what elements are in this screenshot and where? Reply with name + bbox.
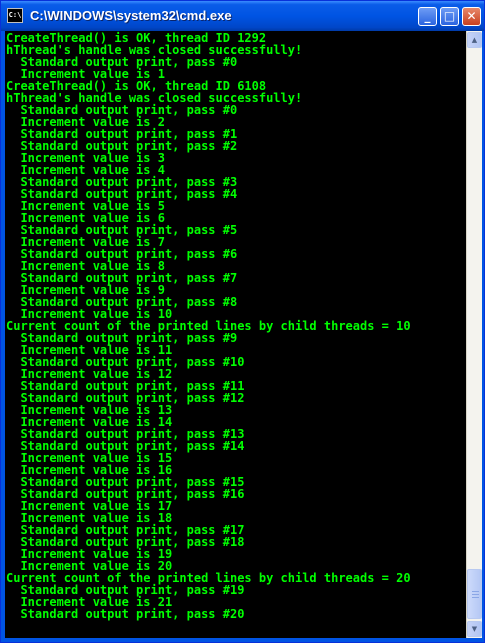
- console-output[interactable]: CreateThread() is OK, thread ID 1292 hThr…: [5, 31, 466, 638]
- thumb-grip: [472, 597, 479, 598]
- console-line: Standard output print, pass #11: [6, 379, 245, 393]
- console-line: Increment value is 4: [6, 163, 165, 177]
- console-line: Standard output print, pass #13: [6, 427, 245, 441]
- minimize-button[interactable]: _: [418, 7, 437, 26]
- console-line: Standard output print, pass #18: [6, 535, 245, 549]
- console-line: hThread's handle was closed successfully…: [6, 43, 303, 57]
- console-line: Standard output print, pass #14: [6, 439, 245, 453]
- console-line: Standard output print, pass #2: [6, 139, 238, 153]
- scroll-thumb[interactable]: [467, 569, 482, 619]
- console-line: Standard output print, pass #16: [6, 487, 245, 501]
- title-bar[interactable]: C:\ C:\WINDOWS\system32\cmd.exe _ □ ✕: [1, 1, 484, 31]
- console-line: Standard output print, pass #20: [6, 607, 245, 621]
- console-line: Increment value is 14: [6, 415, 173, 429]
- thumb-grip: [472, 591, 479, 592]
- console-line: Standard output print, pass #6: [6, 247, 238, 261]
- scroll-up-button[interactable]: ▲: [467, 32, 482, 48]
- thumb-grip: [472, 594, 479, 595]
- console-line: Standard output print, pass #17: [6, 523, 245, 537]
- console-line: Standard output print, pass #0: [6, 103, 238, 117]
- console-line: Current count of the printed lines by ch…: [6, 319, 411, 333]
- console-lines: CreateThread() is OK, thread ID 1292 hThr…: [6, 31, 411, 621]
- console-line: Standard output print, pass #10: [6, 355, 245, 369]
- console-line: Standard output print, pass #4: [6, 187, 238, 201]
- console-line: Increment value is 18: [6, 511, 173, 525]
- console-line: Standard output print, pass #8: [6, 295, 238, 309]
- window-title: C:\WINDOWS\system32\cmd.exe: [30, 8, 232, 23]
- console-line: CreateThread() is OK, thread ID 6108: [6, 79, 267, 93]
- console-line: Standard output print, pass #3: [6, 175, 238, 189]
- console-line: hThread's handle was closed successfully…: [6, 91, 303, 105]
- console-line: Standard output print, pass #5: [6, 223, 238, 237]
- console-line: Standard output print, pass #1: [6, 127, 238, 141]
- console-line: Standard output print, pass #15: [6, 475, 245, 489]
- cmd-window: C:\ C:\WINDOWS\system32\cmd.exe _ □ ✕ Cr…: [0, 0, 485, 643]
- scroll-down-button[interactable]: ▼: [467, 621, 482, 637]
- cmd-icon[interactable]: C:\: [7, 8, 23, 23]
- window-bottom-border: [1, 638, 484, 642]
- console-line: Increment value is 20: [6, 559, 173, 573]
- maximize-button[interactable]: □: [440, 7, 459, 26]
- console-line: Standard output print, pass #12: [6, 391, 245, 405]
- console-line: Increment value is 16: [6, 463, 173, 477]
- vertical-scrollbar[interactable]: ▲ ▼: [466, 31, 482, 638]
- console-line: Current count of the printed lines by ch…: [6, 571, 411, 585]
- console-line: CreateThread() is OK, thread ID 1292: [6, 31, 267, 45]
- console-line: Standard output print, pass #0: [6, 55, 238, 69]
- close-button[interactable]: ✕: [462, 7, 481, 26]
- console-line: Increment value is 6: [6, 211, 165, 225]
- console-line: Standard output print, pass #7: [6, 271, 238, 285]
